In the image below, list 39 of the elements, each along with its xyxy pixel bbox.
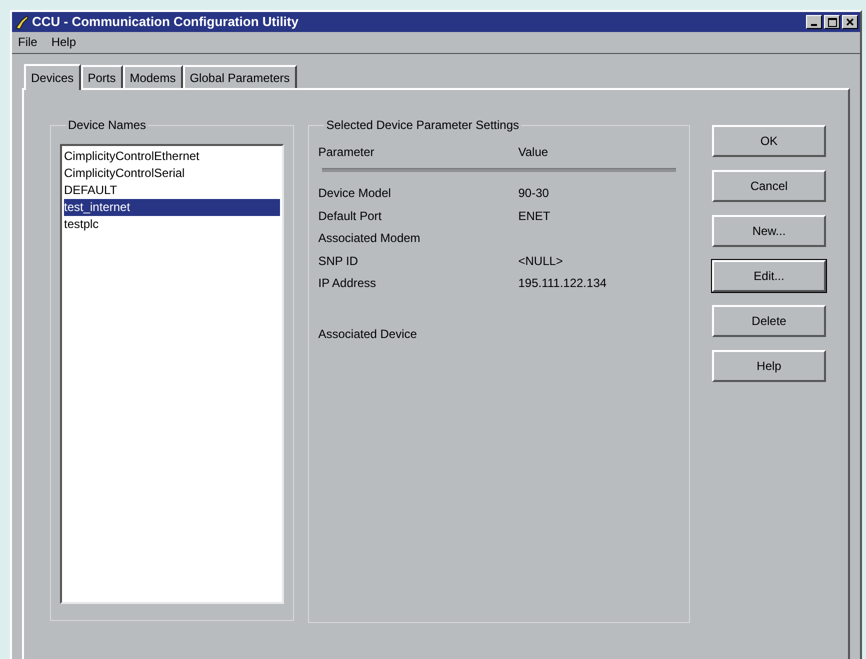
minimize-button[interactable] [806,15,822,30]
menu-item[interactable]: Help [51,32,76,51]
parameter-label: Default Port [318,208,383,225]
group-title: Selected Device Parameter Settings [325,117,520,134]
tab[interactable]: Devices [24,64,81,90]
dialog-button[interactable]: Delete [712,305,826,337]
parameter-value: ENET [518,208,552,225]
parameter-value: <NULL> [518,252,564,270]
associated-device-label: Associated Device [318,326,418,342]
list-item[interactable]: CimplicityControlSerial [64,165,280,182]
dialog-button[interactable]: Edit... [712,260,826,292]
app-icon [14,14,30,30]
parameter-value: 90-30 [518,185,550,202]
tab[interactable]: Global Parameters [182,65,297,88]
dialog-button[interactable]: OK [712,125,826,157]
window-title: CCU - Communication Configuration Utility [32,13,298,32]
list-item[interactable]: CimplicityControlEthernet [64,148,280,165]
column-header: Value [518,144,550,161]
maximize-button[interactable] [824,15,840,30]
maximize-icon [828,18,836,27]
close-button[interactable] [842,15,858,30]
column-header: Parameter [318,144,376,161]
tab[interactable]: Ports [80,65,123,88]
menu-item[interactable]: File [18,32,38,51]
device-list[interactable]: CimplicityControlEthernet CimplicityControlSerial DEFAULT test_internet testplc [60,144,284,604]
list-item[interactable]: test_internet [64,199,280,216]
close-icon [846,18,854,26]
tab[interactable]: Modems [122,65,183,88]
parameter-label: Device Model [318,185,392,202]
dialog-button[interactable]: Help [712,350,826,382]
dialog-button[interactable]: Cancel [712,170,826,202]
list-item[interactable]: testplc [64,216,280,233]
parameter-label: IP Address [318,275,378,292]
parameter-label: Associated Modem [318,230,422,248]
group-title: Device Names [67,117,148,134]
dialog-button[interactable]: New... [712,215,826,247]
list-item[interactable]: DEFAULT [64,182,280,199]
parameter-label: SNP ID [318,252,360,270]
parameter-value: 195.111.122.134 [518,275,608,292]
